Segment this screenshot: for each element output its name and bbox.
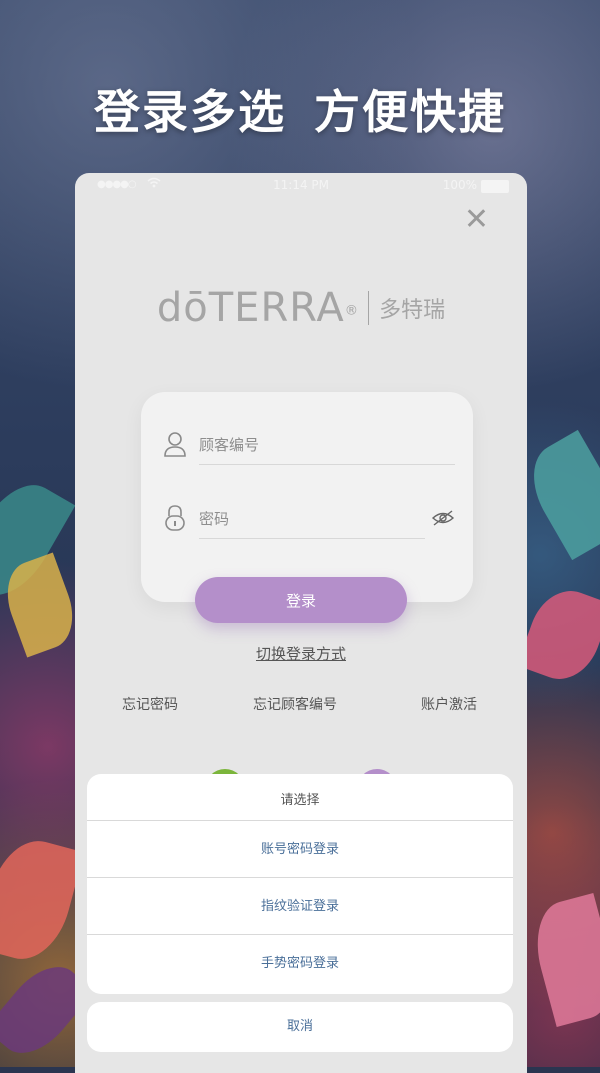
logo-chinese: 多特瑞 [379, 298, 446, 323]
logo-brand: dōTERRA [156, 285, 345, 331]
login-card [141, 392, 473, 602]
password-field [163, 500, 455, 540]
battery-percent: 100% [442, 178, 477, 192]
eye-slash-icon[interactable] [431, 509, 455, 527]
headline-part2: 方便快捷 [314, 85, 506, 139]
option-fingerprint[interactable]: 指纹验证登录 [87, 878, 513, 935]
headline-part1: 登录多选 [94, 85, 286, 139]
lock-icon [163, 504, 187, 532]
promo-headline: 登录多选 方便快捷 [0, 76, 600, 142]
status-bar: ●●●●○ 11:14 PM 100% [75, 173, 527, 197]
activate-account-link[interactable]: 账户激活 [421, 694, 477, 714]
login-method-sheet: 请选择 账号密码登录 指纹验证登录 手势密码登录 [87, 774, 513, 994]
customer-id-field [163, 426, 455, 466]
registered-mark: ® [344, 303, 359, 319]
cancel-button[interactable]: 取消 [87, 1002, 513, 1052]
user-icon [163, 430, 187, 458]
customer-id-input[interactable] [199, 426, 455, 465]
forgot-password-link[interactable]: 忘记密码 [122, 694, 178, 714]
sheet-title: 请选择 [87, 774, 513, 821]
close-icon[interactable]: ✕ [464, 205, 489, 235]
switch-login-method-link[interactable]: 切换登录方式 [75, 643, 527, 664]
option-gesture-password[interactable]: 手势密码登录 [87, 935, 513, 991]
help-links: 忘记密码 忘记顾客编号 账户激活 [75, 694, 527, 718]
battery-icon [481, 180, 509, 193]
password-input[interactable] [199, 500, 425, 539]
login-button[interactable]: 登录 [195, 577, 407, 623]
logo-divider [368, 291, 370, 325]
doterra-logo: dōTERRA® 多特瑞 [75, 285, 527, 331]
forgot-customer-id-link[interactable]: 忘记顾客编号 [253, 694, 337, 714]
option-account-password[interactable]: 账号密码登录 [87, 821, 513, 878]
